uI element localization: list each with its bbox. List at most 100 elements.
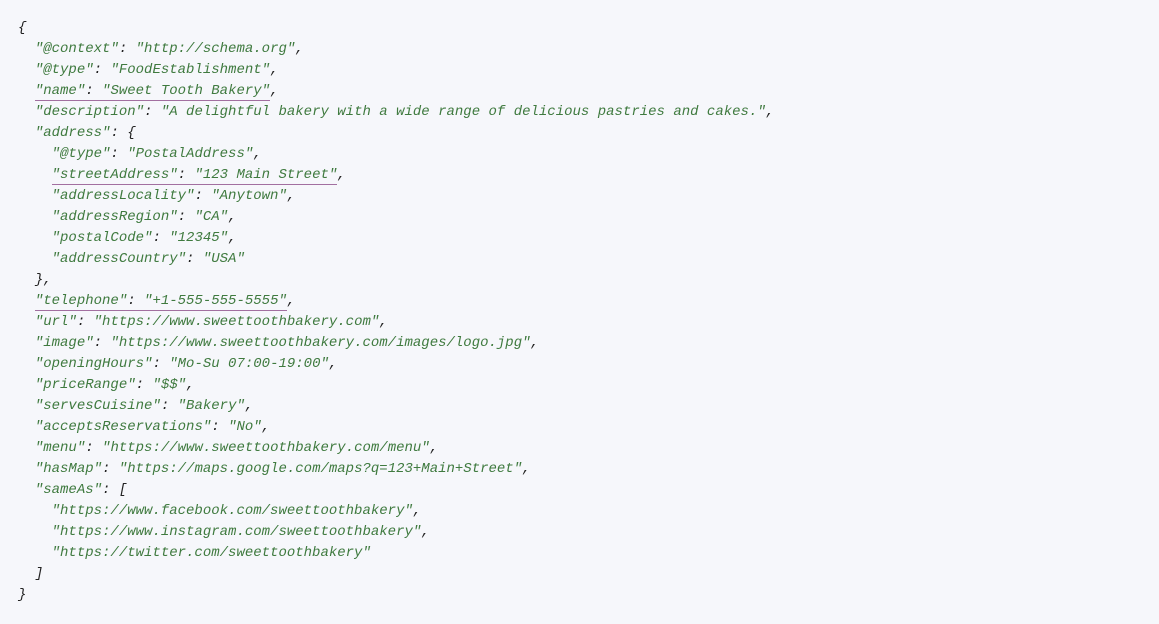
json-key: "sameAs" (35, 482, 102, 498)
json-code-block: { "@context": "http://schema.org", "@typ… (18, 18, 1141, 606)
colon: : (178, 167, 195, 185)
json-value: "CA" (194, 209, 228, 225)
json-value: "Sweet Tooth Bakery" (102, 83, 270, 101)
code-line: "@type": "PostalAddress", (18, 144, 1141, 165)
json-key: "image" (35, 335, 94, 351)
json-value: "PostalAddress" (127, 146, 253, 162)
colon: : (194, 188, 211, 204)
code-line: "openingHours": "Mo-Su 07:00-19:00", (18, 354, 1141, 375)
json-value: "A delightful bakery with a wide range o… (161, 104, 766, 120)
string-value: "https://twitter.com/sweettoothbakery" (52, 545, 371, 561)
comma: , (766, 104, 774, 120)
json-value: "$$" (152, 377, 186, 393)
colon: : (102, 461, 119, 477)
json-key: "servesCuisine" (35, 398, 161, 414)
comma: , (287, 188, 295, 204)
code-line: "menu": "https://www.sweettoothbakery.co… (18, 438, 1141, 459)
comma: , (421, 524, 429, 540)
json-key: "addressRegion" (52, 209, 178, 225)
comma: , (379, 314, 387, 330)
code-line: "https://www.instagram.com/sweettoothbak… (18, 522, 1141, 543)
json-key: "addressLocality" (52, 188, 195, 204)
comma: , (253, 146, 261, 162)
json-key: "hasMap" (35, 461, 102, 477)
string-value: "https://www.facebook.com/sweettoothbake… (52, 503, 413, 519)
brace-token: }, (35, 272, 52, 288)
brace-token: { (18, 20, 26, 36)
colon: : (144, 104, 161, 120)
json-key: "name" (35, 83, 85, 101)
json-value: "USA" (203, 251, 245, 267)
code-line: "servesCuisine": "Bakery", (18, 396, 1141, 417)
colon: : (119, 41, 136, 57)
json-key: "postalCode" (52, 230, 153, 246)
colon: : (85, 83, 102, 101)
string-value: "https://www.instagram.com/sweettoothbak… (52, 524, 422, 540)
json-key: "@type" (35, 62, 94, 78)
comma: , (531, 335, 539, 351)
comma: , (287, 293, 295, 309)
comma: , (228, 209, 236, 225)
code-line: ] (18, 564, 1141, 585)
json-value: "https://www.sweettoothbakery.com" (94, 314, 380, 330)
code-line: "hasMap": "https://maps.google.com/maps?… (18, 459, 1141, 480)
code-line: "addressLocality": "Anytown", (18, 186, 1141, 207)
json-value: "123 Main Street" (194, 167, 337, 185)
colon: : (152, 356, 169, 372)
json-key: "addressCountry" (52, 251, 186, 267)
colon: : (178, 209, 195, 225)
json-value: "https://maps.google.com/maps?q=123+Main… (119, 461, 522, 477)
code-line: "sameAs": [ (18, 480, 1141, 501)
code-line: "streetAddress": "123 Main Street", (18, 165, 1141, 186)
colon: : (94, 335, 111, 351)
comma: , (430, 440, 438, 456)
json-key: "address" (35, 125, 111, 141)
json-value: "FoodEstablishment" (110, 62, 270, 78)
json-value: "Mo-Su 07:00-19:00" (169, 356, 329, 372)
code-line: "description": "A delightful bakery with… (18, 102, 1141, 123)
comma: , (262, 419, 270, 435)
comma: , (337, 167, 345, 183)
json-value: "12345" (169, 230, 228, 246)
comma: , (270, 83, 278, 99)
json-value: "No" (228, 419, 262, 435)
json-key: "@context" (35, 41, 119, 57)
code-line: "name": "Sweet Tooth Bakery", (18, 81, 1141, 102)
code-line: "acceptsReservations": "No", (18, 417, 1141, 438)
open-brace: { (127, 125, 135, 141)
json-key: "url" (35, 314, 77, 330)
colon: : (102, 482, 119, 498)
comma: , (186, 377, 194, 393)
json-key: "menu" (35, 440, 85, 456)
colon: : (136, 377, 153, 393)
code-line: } (18, 585, 1141, 606)
colon: : (85, 440, 102, 456)
colon: : (211, 419, 228, 435)
comma: , (295, 41, 303, 57)
colon: : (110, 146, 127, 162)
code-line: "postalCode": "12345", (18, 228, 1141, 249)
code-line: "@context": "http://schema.org", (18, 39, 1141, 60)
code-line: "image": "https://www.sweettoothbakery.c… (18, 333, 1141, 354)
code-line: "addressRegion": "CA", (18, 207, 1141, 228)
colon: : (77, 314, 94, 330)
brace-token: } (18, 587, 26, 603)
code-line: "priceRange": "$$", (18, 375, 1141, 396)
code-line: "telephone": "+1-555-555-5555", (18, 291, 1141, 312)
code-line: { (18, 18, 1141, 39)
code-line: "@type": "FoodEstablishment", (18, 60, 1141, 81)
code-line: "address": { (18, 123, 1141, 144)
colon: : (186, 251, 203, 267)
json-key: "@type" (52, 146, 111, 162)
brace-token: ] (35, 566, 43, 582)
code-line: "url": "https://www.sweettoothbakery.com… (18, 312, 1141, 333)
colon: : (152, 230, 169, 246)
json-value: "http://schema.org" (136, 41, 296, 57)
code-line: "https://www.facebook.com/sweettoothbake… (18, 501, 1141, 522)
comma: , (270, 62, 278, 78)
json-key: "telephone" (35, 293, 127, 311)
json-key: "priceRange" (35, 377, 136, 393)
json-value: "+1-555-555-5555" (144, 293, 287, 311)
json-key: "streetAddress" (52, 167, 178, 185)
open-bracket: [ (119, 482, 127, 498)
